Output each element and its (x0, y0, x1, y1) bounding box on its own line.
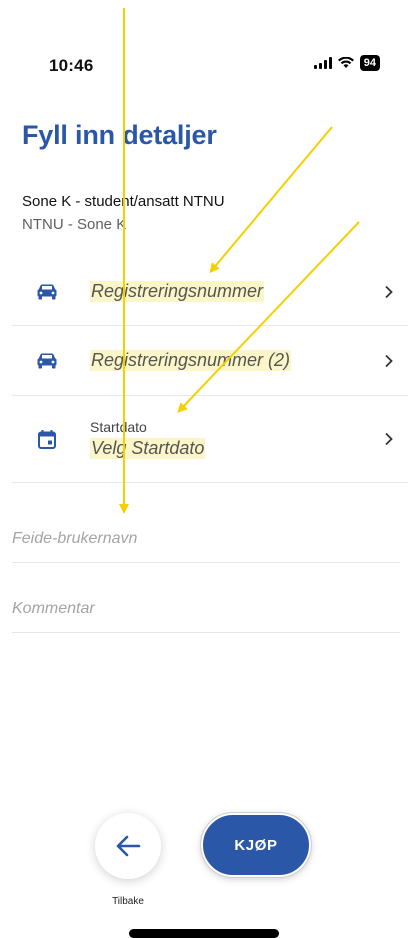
start-date-label: Startdato (90, 419, 147, 435)
feide-username-field[interactable]: Feide-brukernavn (12, 530, 400, 563)
signal-icon (313, 57, 332, 69)
calendar-icon (36, 428, 58, 450)
row-body: Registreringsnummer (2) (90, 350, 292, 371)
registration-number-value: Registreringsnummer (90, 281, 265, 302)
screen: 10:46 94 Fyll inn detaljer Sone K - stud… (0, 0, 408, 938)
row-body: Startdato Velg Startdato (90, 419, 206, 459)
detail-rows: Registreringsnummer Registreringsnummer … (12, 258, 408, 483)
chevron-right-icon (385, 354, 393, 367)
arrow-left-icon (116, 835, 141, 857)
row-start-date[interactable]: Startdato Velg Startdato (12, 396, 408, 483)
back-button[interactable] (95, 813, 161, 879)
chevron-right-icon (385, 285, 393, 298)
chevron-right-icon (385, 432, 393, 446)
home-indicator (129, 929, 279, 938)
zone-title: Sone K - student/ansatt NTNU (22, 193, 225, 210)
car-icon (36, 350, 58, 372)
zone-subtitle: NTNU - Sone K (22, 216, 127, 233)
start-date-value: Velg Startdato (90, 438, 206, 459)
row-registration-number-2[interactable]: Registreringsnummer (2) (12, 326, 408, 396)
page-title: Fyll inn detaljer (22, 120, 217, 150)
annotation-arrow-registration (209, 126, 333, 274)
back-label: Tilbake (112, 896, 144, 907)
status-time: 10:46 (49, 56, 94, 75)
status-icons: 94 (313, 55, 380, 71)
battery-icon: 94 (359, 55, 380, 71)
comment-field[interactable]: Kommentar (12, 600, 400, 633)
wifi-icon (337, 57, 354, 68)
row-body: Registreringsnummer (90, 281, 265, 302)
buy-button[interactable]: KJØP (200, 812, 312, 878)
row-registration-number[interactable]: Registreringsnummer (12, 258, 408, 326)
registration-number-2-value: Registreringsnummer (2) (90, 350, 292, 371)
car-icon (36, 281, 58, 303)
